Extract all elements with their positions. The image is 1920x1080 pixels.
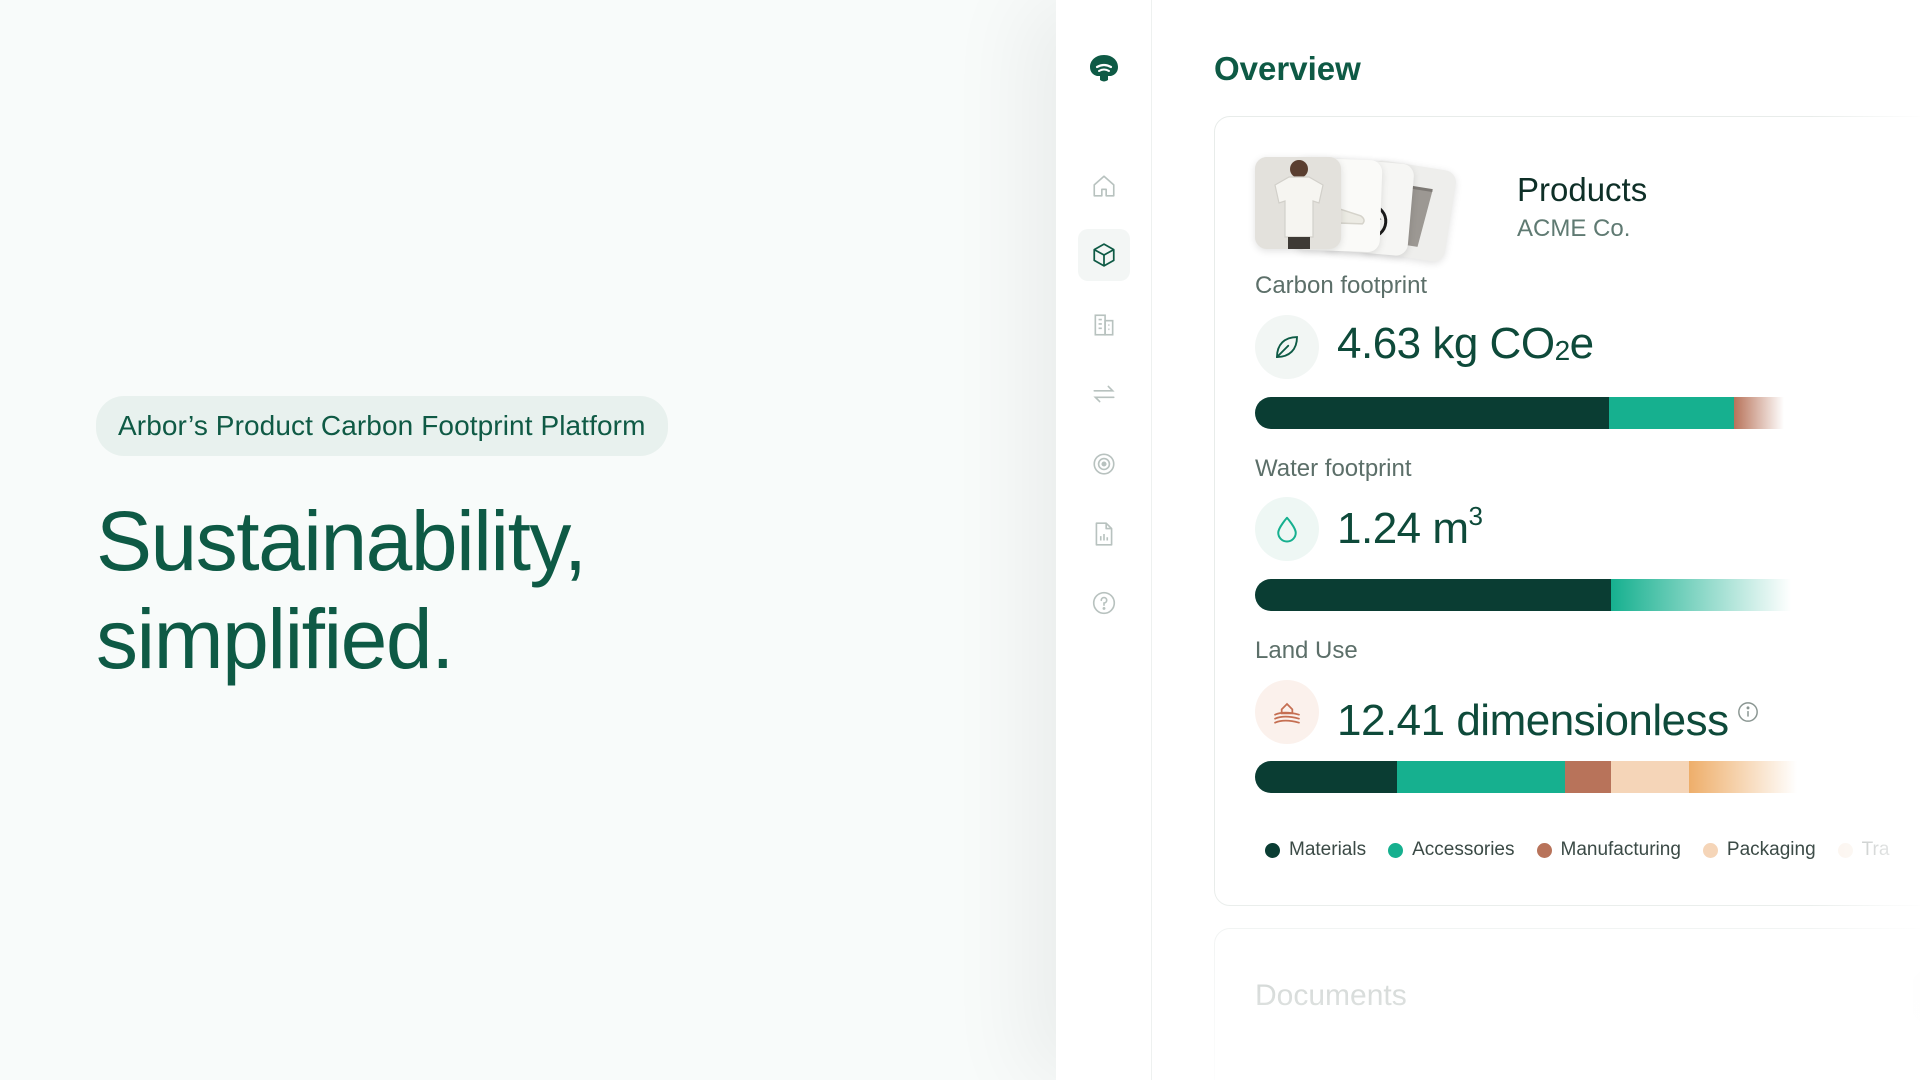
product-thumbnails [1255,157,1495,264]
legend-dot [1388,842,1404,858]
products-company: ACME Co. [1517,215,1631,242]
bar-segment-materials [1255,397,1609,429]
arbor-logo-icon[interactable] [1087,52,1121,86]
land-field-icon [1255,680,1319,744]
bar-segment-materials [1255,761,1397,793]
land-use-label: Land Use [1255,637,1358,664]
bar-segment-transport [1689,761,1798,793]
bar-segment-accessories [1610,579,1791,611]
target-icon[interactable] [1078,438,1130,490]
info-icon[interactable] [1737,684,1759,722]
legend-dot [1536,842,1552,858]
legend-item-accessories: Accessories [1388,839,1515,861]
chart-legend: Materials Accessories Manufacturing Pack… [1265,839,1889,861]
leaf-icon [1255,315,1319,379]
carbon-footprint-bar [1255,397,1920,429]
legend-item-materials: Materials [1265,839,1366,861]
carbon-footprint-value: 4.63 kg CO2e [1337,319,1594,368]
bar-segment-accessories [1396,761,1565,793]
home-icon[interactable] [1078,160,1130,212]
water-footprint-bar [1255,579,1920,611]
hero-title: Sustainability, simplified. [96,494,587,686]
land-use-bar [1255,761,1920,793]
water-footprint-value: 1.24 m3 [1337,501,1483,553]
legend-dot [1265,842,1280,858]
water-drop-icon [1255,497,1319,561]
main-content: Overview Products ACME Co. Carbon footpr… [1152,0,1920,1080]
hero-section: Arbor’s Product Carbon Footprint Platfor… [96,396,996,688]
bar-segment-accessories [1608,397,1734,429]
legend-item-manufacturing: Manufacturing [1536,839,1681,861]
app-window: Overview Products ACME Co. Carbon footpr… [1056,0,1920,1080]
help-circle-icon[interactable] [1078,577,1130,629]
report-document-icon[interactable] [1078,508,1130,560]
products-title: Products [1517,171,1648,208]
buildings-icon[interactable] [1078,299,1130,351]
arrows-exchange-icon[interactable] [1078,368,1130,420]
bar-segment-materials [1255,579,1611,611]
bar-segment-manufacturing [1733,397,1785,429]
hero-badge: Arbor’s Product Carbon Footprint Platfor… [96,396,668,456]
bar-segment-packaging [1611,761,1690,793]
t-shirt-thumbnail [1255,157,1341,249]
bar-segment-manufacturing [1564,761,1612,793]
documents-action-button[interactable] [1913,971,1920,1023]
legend-item-packaging: Packaging [1702,839,1816,861]
legend-dot [1702,842,1718,858]
products-card[interactable]: Products ACME Co. Carbon footprint 4.63 … [1214,116,1920,906]
legend-item-transport: Tra [1837,839,1889,861]
water-footprint-label: Water footprint [1255,455,1412,482]
documents-title: Documents [1255,979,1407,1012]
documents-card[interactable]: Documents [1214,928,1920,1080]
carbon-footprint-label: Carbon footprint [1255,272,1428,299]
sidebar [1056,0,1152,1080]
page-title: Overview [1214,50,1361,87]
box-icon[interactable] [1078,229,1130,281]
land-use-value: 12.41 dimensionless [1337,684,1759,746]
legend-dot [1837,842,1853,858]
